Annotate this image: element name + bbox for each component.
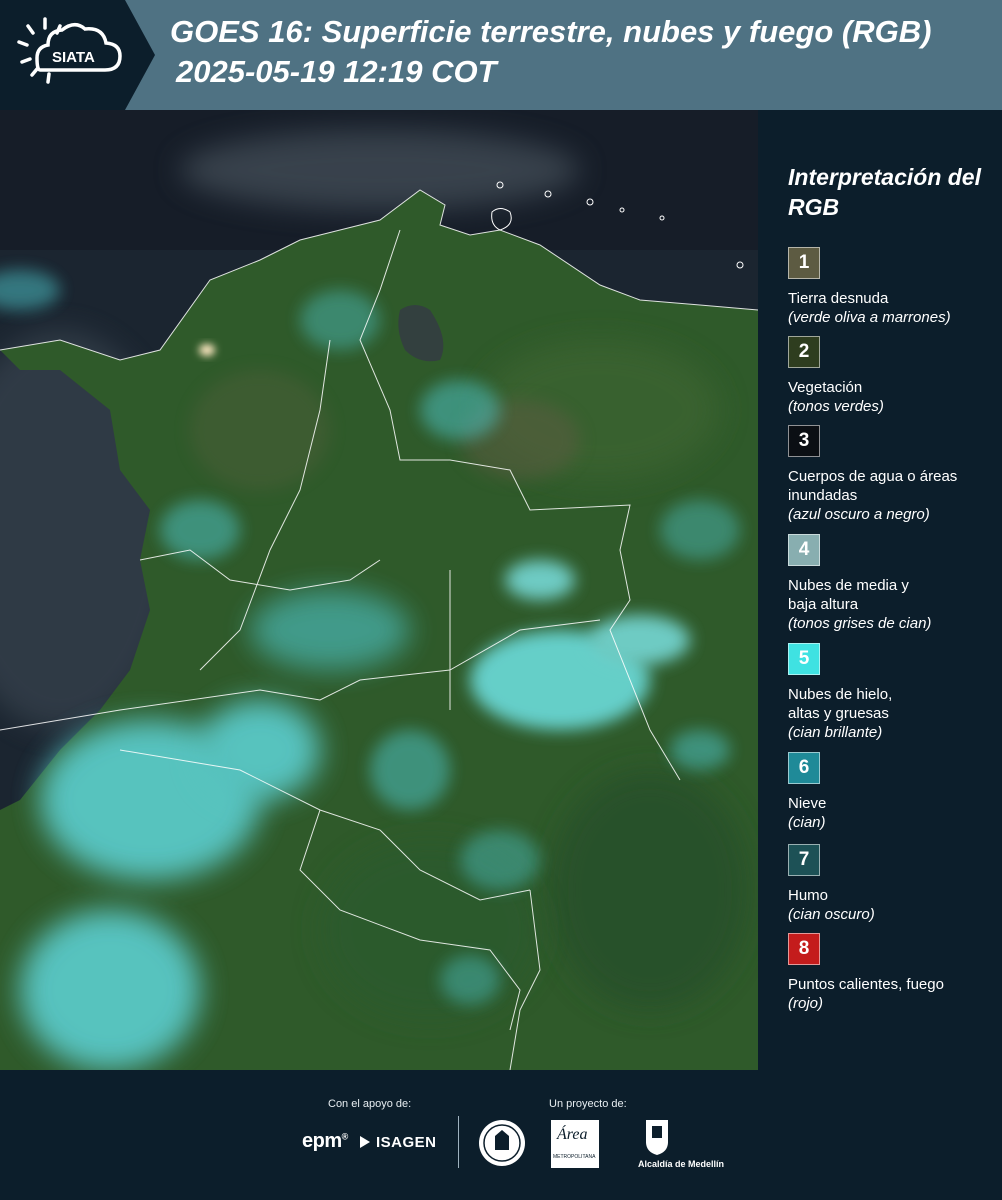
legend-item-low-clouds: 4 Nubes de media y baja altura (tonos gr… (788, 534, 1000, 633)
epm-logo-text: epm (302, 1130, 342, 1152)
legend-item-fire: 8 Puntos calientes, fuego (rojo) (788, 933, 1000, 1013)
isagen-logo: ISAGEN (376, 1134, 437, 1151)
legend-swatch: 4 (788, 534, 820, 566)
legend-sublabel: (rojo) (788, 995, 824, 1012)
legend-item-water: 3 Cuerpos de agua o áreas inundadas (azu… (788, 425, 1000, 524)
satellite-map[interactable] (0, 110, 758, 1070)
legend-sublabel: (cian oscuro) (788, 906, 875, 923)
footer-divider (458, 1116, 459, 1168)
footer: Con el apoyo de: Un proyecto de: epm® IS… (0, 1070, 1002, 1200)
legend-item-snow: 6 Nieve (cian) (788, 752, 1000, 832)
header-bar: SIATA GOES 16: Superficie terrestre, nub… (0, 0, 1002, 110)
legend-label: Vegetación (788, 379, 863, 396)
legend-sublabel: (cian) (788, 814, 826, 831)
legend-label: Nubes de media y baja altura (788, 577, 909, 613)
legend-item-smoke: 7 Humo (cian oscuro) (788, 844, 1000, 924)
legend-label: Cuerpos de agua o áreas inundadas (788, 468, 958, 504)
legend-sublabel: (verde oliva a marrones) (788, 309, 951, 326)
legend-label: Nieve (788, 795, 827, 812)
area-metropolitana-logo: Área METROPOLITANA (551, 1120, 599, 1168)
legend-swatch: 8 (788, 933, 820, 965)
legend-label: Humo (788, 887, 829, 904)
university-seal-icon (479, 1120, 525, 1166)
epm-logo: epm® (302, 1130, 348, 1152)
page-title: GOES 16: Superficie terrestre, nubes y f… (170, 14, 932, 49)
project-caption: Un proyecto de: (549, 1098, 627, 1110)
isagen-icon (360, 1136, 370, 1148)
legend-swatch: 5 (788, 643, 820, 675)
legend-item-vegetation: 2 Vegetación (tonos verdes) (788, 336, 1000, 416)
legend-sublabel: (tonos verdes) (788, 398, 884, 415)
satellite-image (0, 110, 758, 1070)
siata-logo: SIATA (0, 0, 155, 110)
legend-item-ice-clouds: 5 Nubes de hielo, altas y gruesas (cian … (788, 643, 1000, 742)
area-logo-subtext: METROPOLITANA (553, 1154, 596, 1160)
legend-swatch: 3 (788, 425, 820, 457)
legend-swatch: 6 (788, 752, 820, 784)
legend-title: Interpretación del RGB (788, 164, 981, 220)
area-logo-text: Área (557, 1126, 588, 1143)
legend-swatch: 2 (788, 336, 820, 368)
page-timestamp: 2025-05-19 12:19 COT (176, 54, 497, 89)
legend-label: Puntos calientes, fuego (788, 976, 944, 993)
legend-panel: Interpretación del RGB 1 Tierra desnuda … (758, 110, 1002, 1070)
legend-sublabel: (tonos grises de cian) (788, 615, 932, 632)
legend-item-bare-soil: 1 Tierra desnuda (verde oliva a marrones… (788, 247, 1000, 327)
support-caption: Con el apoyo de: (328, 1098, 412, 1110)
alcaldia-text: Alcaldía de Medellín (638, 1159, 725, 1169)
legend-swatch: 7 (788, 844, 820, 876)
legend-swatch: 1 (788, 247, 820, 279)
alcaldia-shield-icon (646, 1120, 668, 1155)
legend-label: Nubes de hielo, altas y gruesas (788, 686, 893, 722)
legend-sublabel: (cian brillante) (788, 724, 883, 741)
legend-label: Tierra desnuda (788, 290, 889, 307)
legend-sublabel: (azul oscuro a negro) (788, 506, 930, 523)
logo-text: SIATA (52, 49, 95, 66)
